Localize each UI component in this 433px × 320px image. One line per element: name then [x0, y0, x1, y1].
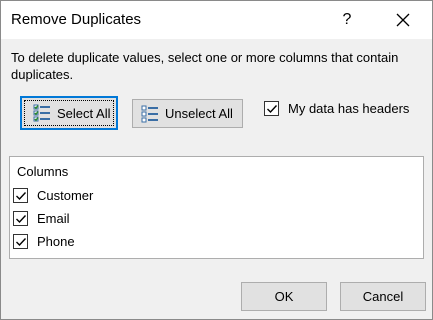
select-all-icon	[33, 104, 50, 122]
column-row-phone[interactable]: Phone	[13, 233, 313, 251]
checkmark-icon	[267, 105, 278, 114]
column-checkbox[interactable]	[13, 211, 28, 226]
help-button[interactable]: ?	[335, 8, 359, 32]
dialog-title: Remove Duplicates	[11, 11, 142, 28]
column-label: Customer	[37, 188, 94, 203]
column-label: Email	[37, 211, 70, 226]
cancel-button[interactable]: Cancel	[340, 282, 426, 311]
unselect-all-button[interactable]: Unselect All	[132, 99, 243, 128]
remove-duplicates-dialog: Remove Duplicates ? To delete duplicate …	[0, 0, 433, 320]
column-row-email[interactable]: Email	[13, 210, 313, 228]
ok-button[interactable]: OK	[241, 282, 327, 311]
columns-header: Columns	[17, 164, 69, 179]
close-button[interactable]	[390, 8, 416, 32]
checkmark-icon	[16, 192, 27, 201]
column-checkbox[interactable]	[13, 234, 28, 249]
ok-label: OK	[274, 289, 294, 304]
headers-checkbox[interactable]	[264, 101, 279, 116]
headers-checkbox-label[interactable]: My data has headers	[288, 101, 409, 116]
column-checkbox[interactable]	[13, 188, 28, 203]
close-icon	[396, 13, 410, 27]
unselect-all-icon	[141, 105, 158, 122]
column-label: Phone	[37, 234, 75, 249]
column-row-customer[interactable]: Customer	[13, 187, 313, 205]
select-all-label: Select All	[57, 105, 111, 121]
checkmark-icon	[16, 238, 27, 247]
columns-list: Columns Customer Email Phone	[9, 156, 424, 259]
select-all-button[interactable]: Select All	[20, 96, 118, 130]
title-bar: Remove Duplicates ?	[1, 1, 432, 39]
cancel-label: Cancel	[362, 289, 404, 304]
focus-rectangle: Select All	[24, 100, 114, 126]
checkmark-icon	[16, 215, 27, 224]
unselect-all-label: Unselect All	[165, 106, 233, 121]
description-text: To delete duplicate values, select one o…	[11, 50, 399, 82]
